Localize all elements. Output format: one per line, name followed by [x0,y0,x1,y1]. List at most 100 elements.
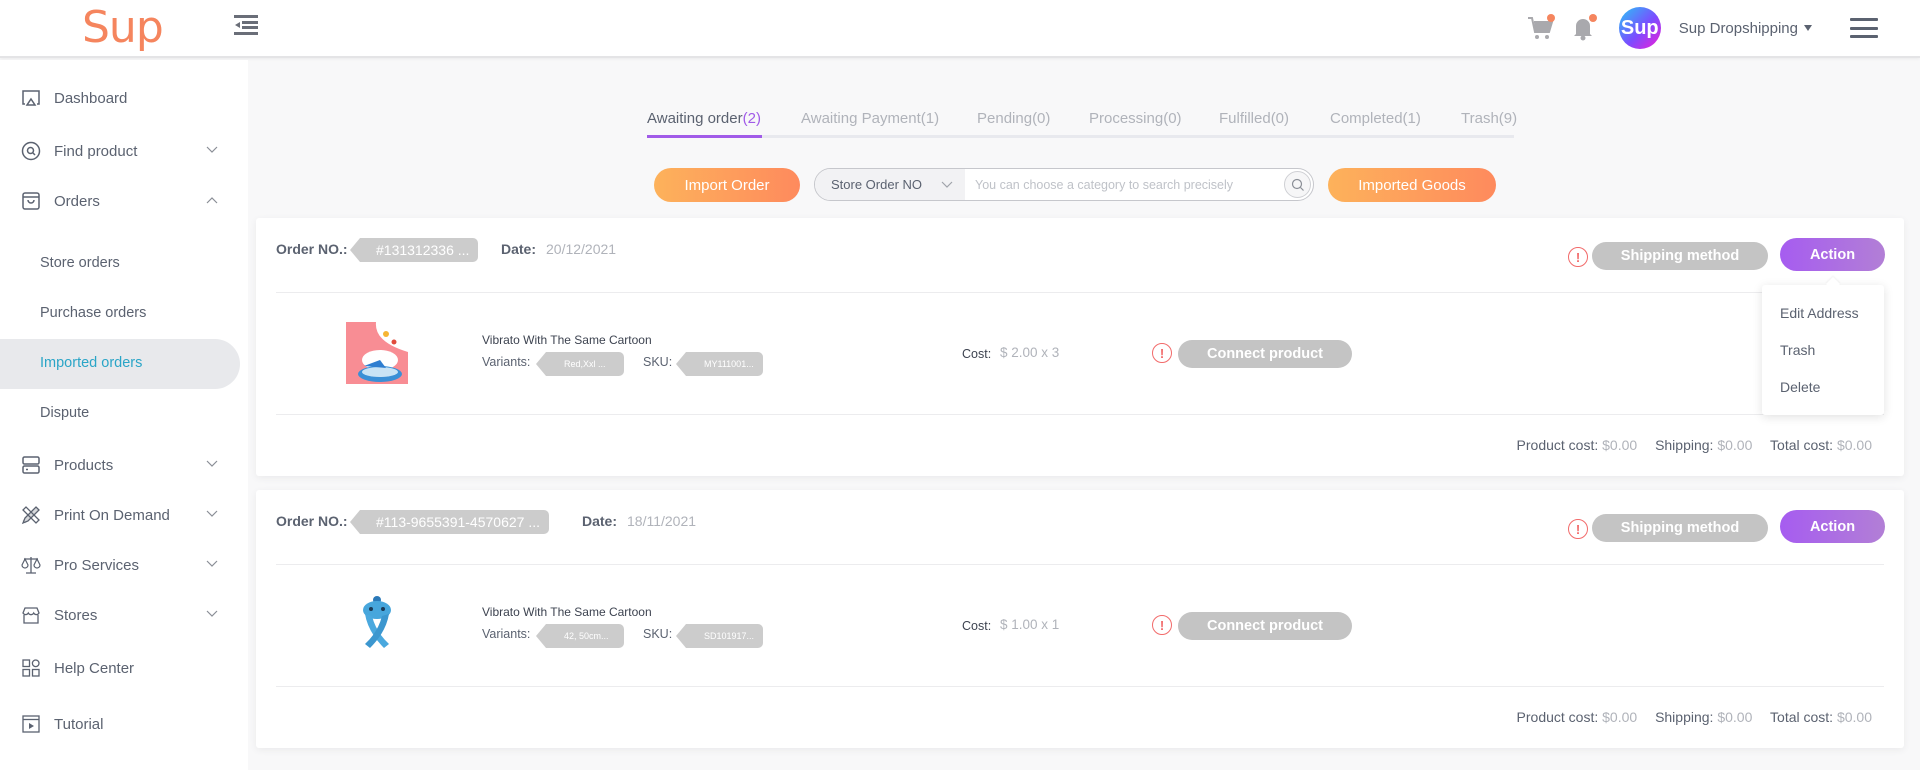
chevron-up-icon [206,197,218,204]
search-icon [1291,178,1304,191]
product-name: Vibrato With The Same Cartoon [482,333,652,347]
order-no-label: Order NO.: [276,513,348,529]
shipping-method-button[interactable]: Shipping method [1592,514,1768,542]
cost-value: $ 1.00 x 1 [1000,617,1060,632]
order-totals: Product cost: $0.00 Shipping: $0.00 Tota… [1516,437,1872,453]
app: Sup Sup Sup Dropshipping Dashboard Find … [0,0,1920,770]
warning-icon: ! [1568,519,1588,539]
sidebar-item-pro-services[interactable]: Pro Services [0,541,240,589]
sidebar-item-help-center[interactable]: Help Center [0,644,240,692]
order-no-label: Order NO.: [276,241,348,257]
sidebar-subitem-store-orders[interactable]: Store orders [0,239,240,289]
order-no-tag[interactable]: #113-9655391-4570627 ... [350,510,549,534]
order-card: Order NO.: #131312336 ... Date: 20/12/20… [256,218,1904,476]
tab-trash[interactable]: Trash(9) [1461,110,1517,127]
imported-goods-button[interactable]: Imported Goods [1328,168,1496,202]
chevron-down-icon [206,460,218,467]
sidebar-item-dashboard[interactable]: Dashboard [0,74,240,122]
tab-fulfilled[interactable]: Fulfilled(0) [1219,110,1289,127]
warning-icon: ! [1568,247,1588,267]
sidebar-subitem-dispute[interactable]: Dispute [0,389,240,439]
divider [276,686,1884,687]
avatar[interactable]: Sup [1618,7,1661,49]
caret-down-icon[interactable] [1804,25,1812,31]
variants-label: Variants: [482,627,531,641]
sku-tag[interactable]: MY111001... [676,352,763,376]
cost-label: Cost: [962,619,992,633]
divider [276,564,1884,565]
user-name[interactable]: Sup Dropshipping [1679,20,1798,37]
order-totals: Product cost: $0.00 Shipping: $0.00 Tota… [1516,709,1872,725]
total-cost-value: $0.00 [1836,437,1872,453]
tab-completed[interactable]: Completed(1) [1330,110,1421,127]
sku-tag[interactable]: SD101917... [676,624,763,648]
date-label: Date: [582,513,618,529]
sidebar: Dashboard Find product Orders Store orde… [0,60,248,770]
collapse-menu-icon[interactable] [234,14,258,36]
sidebar-item-orders[interactable]: Orders [0,177,240,225]
chevron-down-icon [206,510,218,517]
order-status-tabs: Awaiting order(2) Awaiting Payment(1) Pe… [647,98,1517,138]
sku-label: SKU: [643,627,673,641]
variants-tag[interactable]: Red,Xxl ... [536,352,624,376]
order-no-tag[interactable]: #131312336 ... [349,238,479,262]
warning-icon: ! [1152,343,1172,363]
variants-tag[interactable]: 42, 50cm... [536,624,624,648]
action-button[interactable]: Action [1780,510,1885,543]
date-label: Date: [501,241,537,257]
store-icon [22,607,40,624]
bell-icon[interactable] [1569,14,1597,42]
menu-item-trash[interactable]: Trash [1780,342,1815,358]
cost-label: Cost: [962,347,992,361]
product-cost-value: $0.00 [1602,709,1638,725]
chevron-down-icon [941,181,953,188]
product-name: Vibrato With The Same Cartoon [482,605,652,619]
top-header: Sup Sup Sup Dropshipping [0,0,1920,58]
cart-badge [1546,14,1555,22]
hamburger-menu-icon[interactable] [1850,18,1878,38]
search-category-select[interactable]: Store Order NO [815,169,965,200]
pencil-ruler-icon [21,506,40,525]
scale-icon [21,557,41,574]
warning-icon: ! [1152,615,1172,635]
search-input[interactable] [967,169,1267,200]
chevron-down-icon [206,610,218,617]
search-circle-icon [21,141,41,161]
sidebar-item-tutorial[interactable]: Tutorial [0,700,240,748]
connect-product-button[interactable]: Connect product [1178,612,1352,640]
import-order-button[interactable]: Import Order [654,168,800,202]
search-button[interactable] [1284,171,1311,198]
sidebar-item-find-product[interactable]: Find product [0,127,240,175]
video-icon [22,715,40,733]
tab-processing[interactable]: Processing(0) [1089,110,1182,127]
connect-product-button[interactable]: Connect product [1178,340,1352,368]
logo[interactable]: Sup [82,2,164,53]
shipping-value: $0.00 [1717,437,1753,453]
sidebar-subitem-purchase-orders[interactable]: Purchase orders [0,289,240,339]
sidebar-item-print-on-demand[interactable]: Print On Demand [0,491,240,539]
sidebar-item-stores[interactable]: Stores [0,591,240,639]
sidebar-subitem-imported-orders[interactable]: Imported orders [0,339,240,389]
tab-awaiting-payment[interactable]: Awaiting Payment(1) [801,110,939,127]
tab-awaiting-order[interactable]: Awaiting order(2) [647,110,761,127]
order-card: Order NO.: #113-9655391-4570627 ... Date… [256,490,1904,748]
shipping-method-button[interactable]: Shipping method [1592,242,1768,270]
divider [276,414,1884,415]
order-date: 18/11/2021 [627,513,697,529]
sku-label: SKU: [643,355,673,369]
menu-item-delete[interactable]: Delete [1780,379,1820,395]
divider [276,292,1884,293]
cost-value: $ 2.00 x 3 [1000,345,1060,360]
search-bar: Store Order NO [814,168,1314,201]
server-icon [22,456,40,474]
menu-item-edit-address[interactable]: Edit Address [1780,305,1859,321]
cart-icon[interactable] [1527,14,1555,42]
variants-label: Variants: [482,355,531,369]
action-button[interactable]: Action [1780,238,1885,271]
sidebar-item-products[interactable]: Products [0,441,240,489]
header-right: Sup Sup Dropshipping [1527,0,1920,56]
product-image[interactable] [346,322,408,384]
product-image[interactable] [346,594,408,656]
tab-pending[interactable]: Pending(0) [977,110,1050,127]
bag-icon [22,192,40,210]
